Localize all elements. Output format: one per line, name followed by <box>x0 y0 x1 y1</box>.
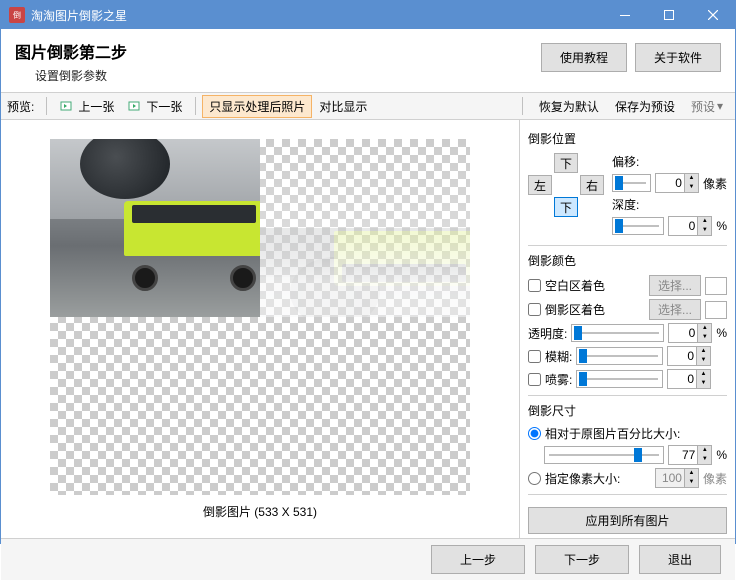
position-right-button[interactable]: 右 <box>580 175 604 195</box>
depth-label: 深度: <box>612 196 727 213</box>
spray-label: 喷雾: <box>545 371 572 388</box>
separator <box>522 97 523 115</box>
reflect-fill-label: 倒影区着色 <box>545 301 645 318</box>
minimize-button[interactable] <box>603 1 647 29</box>
tutorial-button[interactable]: 使用教程 <box>541 43 627 72</box>
preview-label: 预览: <box>7 98 34 115</box>
blank-fill-checkbox[interactable] <box>528 279 541 292</box>
save-preset-button[interactable]: 保存为预设 <box>609 96 681 117</box>
prev-step-button[interactable]: 上一步 <box>431 545 525 574</box>
preview-canvas <box>50 139 470 495</box>
offset-spinner[interactable]: ▲▼ <box>655 173 699 193</box>
maximize-button[interactable] <box>647 1 691 29</box>
position-top-button[interactable]: 下 <box>554 153 578 173</box>
page-subtitle: 设置倒影参数 <box>35 67 541 84</box>
size-pixel-unit: 像素 <box>703 470 727 487</box>
opacity-unit: % <box>716 326 727 340</box>
size-percent-unit: % <box>716 448 727 462</box>
depth-unit: % <box>716 219 727 233</box>
blur-slider[interactable] <box>576 347 663 365</box>
position-bottom-button[interactable]: 下 <box>554 197 578 217</box>
next-step-button[interactable]: 下一步 <box>535 545 629 574</box>
size-pixel-spinner[interactable]: ▲▼ <box>655 468 699 488</box>
restore-default-button[interactable]: 恢复为默认 <box>533 96 605 117</box>
size-group-title: 倒影尺寸 <box>528 402 727 419</box>
next-image-button[interactable]: 下一张 <box>121 95 189 118</box>
blank-fill-label: 空白区着色 <box>545 277 645 294</box>
position-group-title: 倒影位置 <box>528 130 727 147</box>
size-pixel-radio[interactable] <box>528 472 541 485</box>
size-percent-radio[interactable] <box>528 427 541 440</box>
size-percent-spinner[interactable]: ▲▼ <box>668 445 712 465</box>
preview-caption: 倒影图片 (533 X 531) <box>203 503 317 520</box>
prev-image-label: 上一张 <box>78 98 114 115</box>
close-button[interactable] <box>691 1 735 29</box>
reflect-fill-checkbox[interactable] <box>528 303 541 316</box>
prev-image-icon <box>60 99 74 113</box>
separator <box>195 97 196 115</box>
blur-spinner[interactable]: ▲▼ <box>667 346 711 366</box>
opacity-slider[interactable] <box>571 324 664 342</box>
size-pixel-label: 指定像素大小: <box>545 470 651 487</box>
next-image-label: 下一张 <box>146 98 182 115</box>
reflect-fill-swatch[interactable] <box>705 301 727 319</box>
next-image-icon <box>128 99 142 113</box>
size-percent-label: 相对于原图片百分比大小: <box>545 425 680 442</box>
blank-fill-swatch[interactable] <box>705 277 727 295</box>
blur-checkbox[interactable] <box>528 350 541 363</box>
page-title: 图片倒影第二步 <box>15 39 541 63</box>
opacity-spinner[interactable]: ▲▼ <box>668 323 712 343</box>
apply-all-button[interactable]: 应用到所有图片 <box>528 507 727 534</box>
position-left-button[interactable]: 左 <box>528 175 552 195</box>
separator <box>46 97 47 115</box>
size-percent-slider[interactable] <box>544 446 664 464</box>
depth-slider[interactable] <box>612 217 664 235</box>
app-icon: 倒 <box>9 7 25 23</box>
reflect-fill-choose-button[interactable]: 选择... <box>649 299 701 320</box>
chevron-down-icon: ▾ <box>717 99 723 113</box>
window-title: 淘淘图片倒影之星 <box>31 7 603 24</box>
spray-slider[interactable] <box>576 370 663 388</box>
spray-spinner[interactable]: ▲▼ <box>667 369 711 389</box>
offset-slider[interactable] <box>612 174 651 192</box>
prev-image-button[interactable]: 上一张 <box>53 95 121 118</box>
opacity-label: 透明度: <box>528 325 567 342</box>
blur-label: 模糊: <box>545 348 572 365</box>
about-button[interactable]: 关于软件 <box>635 43 721 72</box>
offset-label: 偏移: <box>612 153 727 170</box>
blank-fill-choose-button[interactable]: 选择... <box>649 275 701 296</box>
compare-button[interactable]: 对比显示 <box>312 95 374 118</box>
offset-unit: 像素 <box>703 175 727 192</box>
exit-button[interactable]: 退出 <box>639 545 721 574</box>
show-processed-button[interactable]: 只显示处理后照片 <box>202 95 312 118</box>
color-group-title: 倒影颜色 <box>528 252 727 269</box>
preset-dropdown[interactable]: 预设▾ <box>685 96 729 117</box>
spray-checkbox[interactable] <box>528 373 541 386</box>
depth-spinner[interactable]: ▲▼ <box>668 216 712 236</box>
